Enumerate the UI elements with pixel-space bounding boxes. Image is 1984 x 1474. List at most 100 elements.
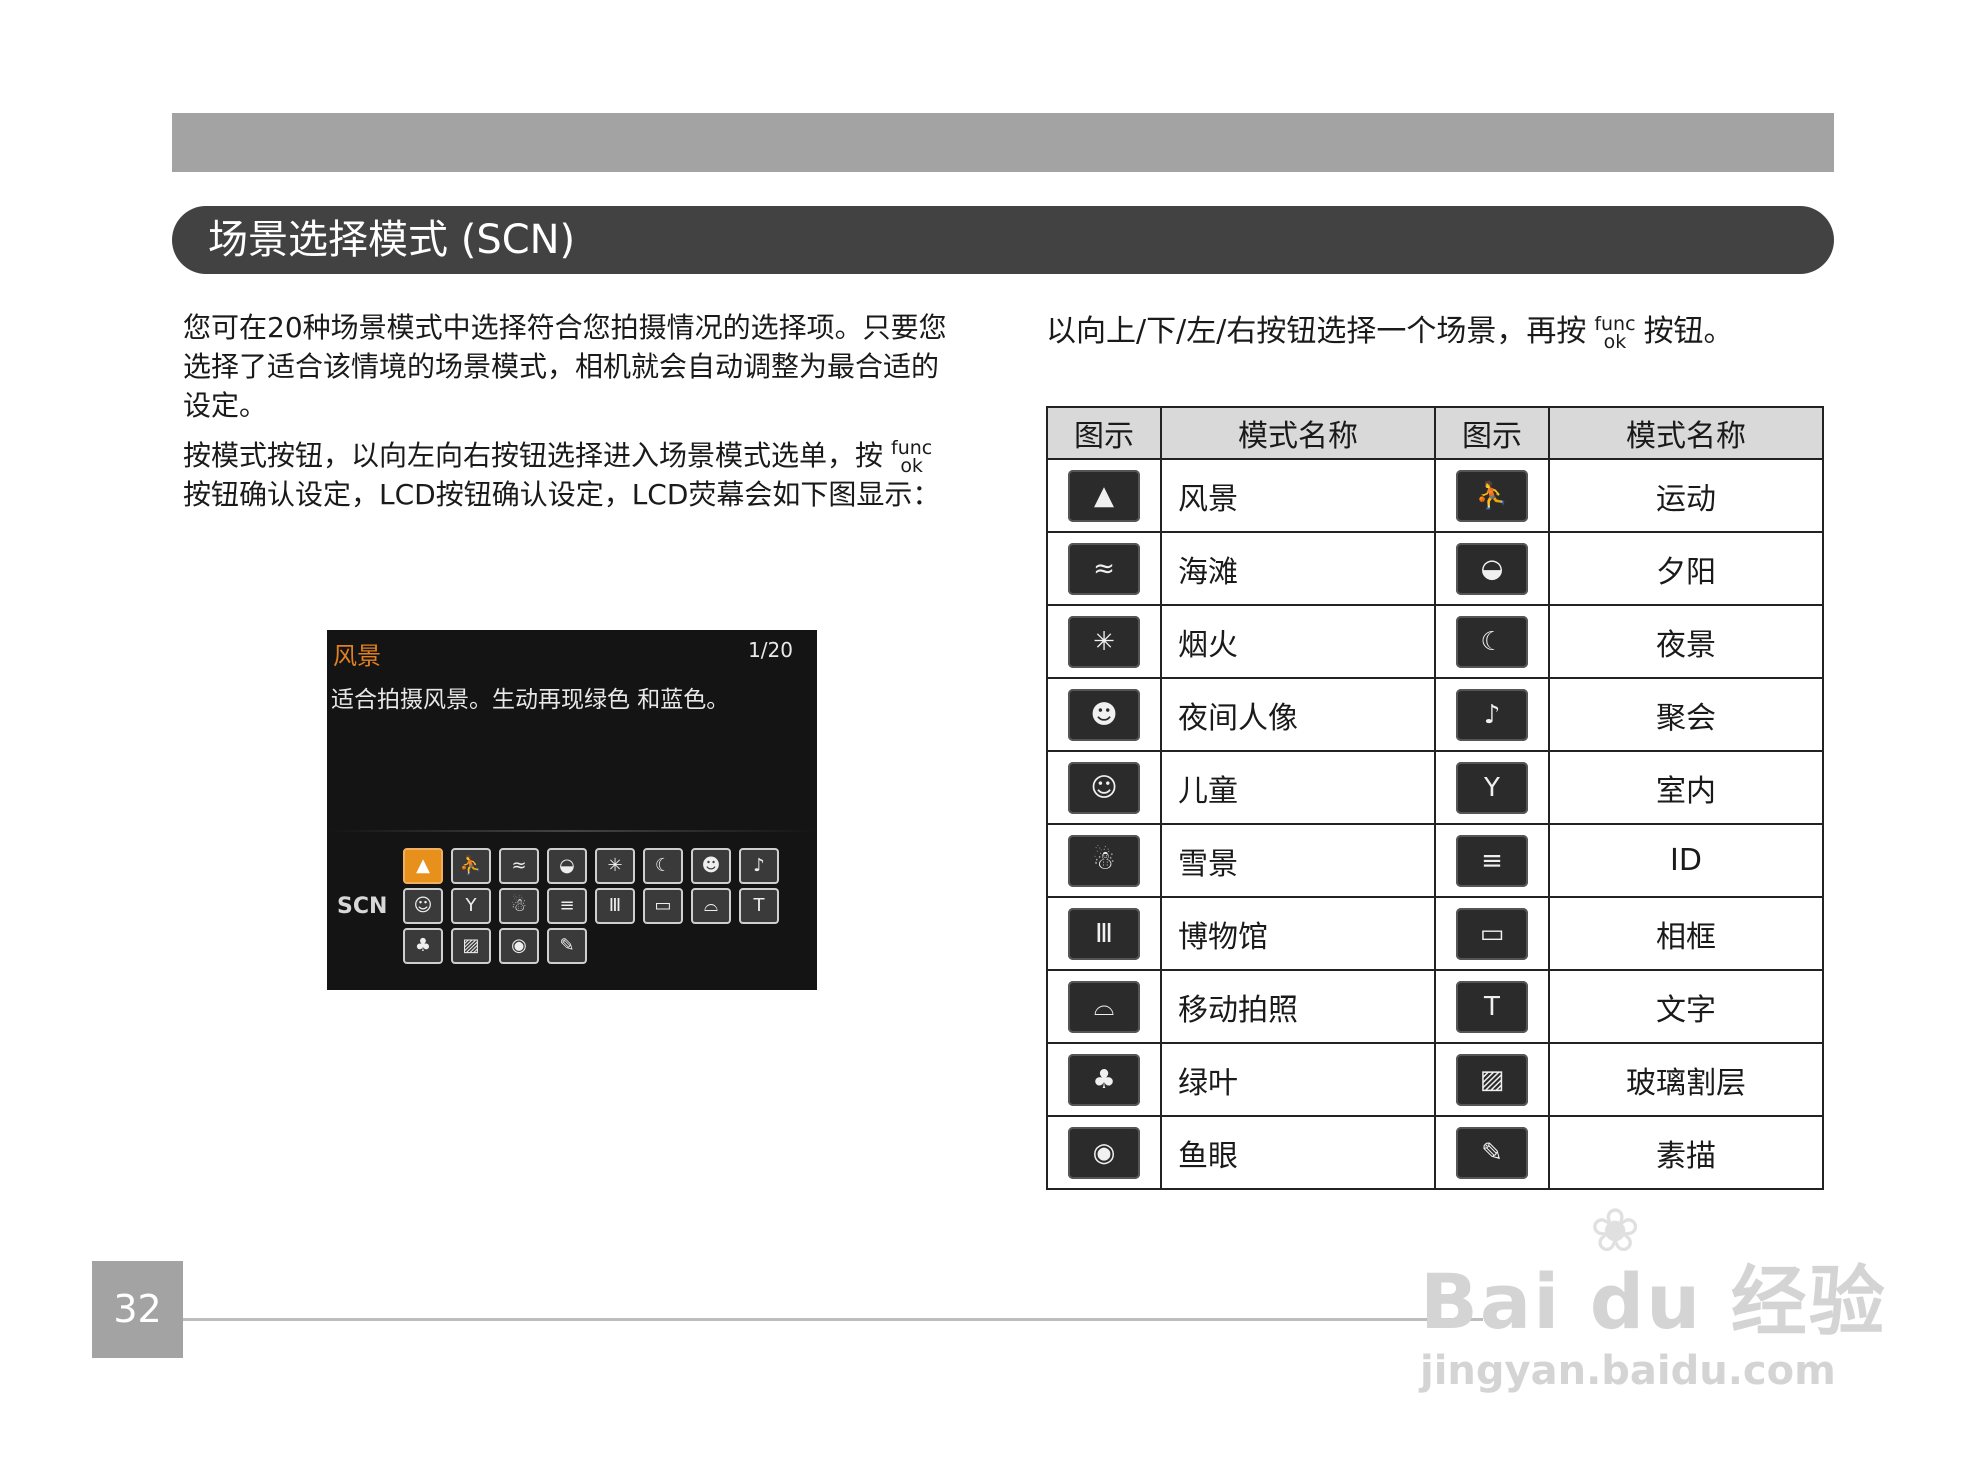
panning-icon: ⌓ [691, 888, 731, 924]
sketch-icon: ✎ [547, 928, 587, 964]
watermark-brand: Bai du 经验 [1420, 1257, 1887, 1346]
frame-icon: ▭ [643, 888, 683, 924]
table-row: ≈ 海滩 ◒ 夕阳 [1046, 531, 1824, 606]
kids-icon: ☺ [403, 888, 443, 924]
table-row: ✳ 烟火 ☾ 夜景 [1046, 604, 1824, 679]
fireworks-icon: ✳ [1068, 615, 1140, 668]
sketch-icon: ✎ [1456, 1126, 1528, 1179]
id-icon: ≡ [1456, 834, 1528, 887]
sport-icon: ⛹ [1456, 469, 1528, 522]
camera-mode-description: 适合拍摄风景。生动再现绿色 和蓝色。 [331, 687, 730, 713]
ok-label: ok [1603, 330, 1627, 353]
right-instruction: 以向上/下/左/右按钮选择一个场景，再按 func ok 按钮。 [1046, 312, 1734, 352]
table-row: ▲ 风景 ⛹ 运动 [1046, 458, 1824, 533]
snow-icon: ☃ [499, 888, 539, 924]
night-portrait-icon: ☻ [691, 848, 731, 884]
scene-modes-table: 图示 模式名称 图示 模式名称 ▲ 风景 ⛹ 运动 ≈ 海滩 ◒ 夕阳 ✳ 烟火… [1046, 406, 1824, 1190]
sunset-icon: ◒ [1456, 542, 1528, 595]
mode-name: ID [1548, 823, 1824, 898]
table-row: ♣ 绿叶 ▨ 玻璃割层 [1046, 1042, 1824, 1117]
text-icon: T [739, 888, 779, 924]
beach-icon: ≈ [499, 848, 539, 884]
table-row: ⌓ 移动拍照 T 文字 [1046, 969, 1824, 1044]
mode-name: 夕阳 [1548, 531, 1824, 606]
mode-name: 运动 [1548, 458, 1824, 533]
right-instruction-b: 按钮。 [1643, 314, 1734, 349]
header-mode-name-2: 模式名称 [1548, 406, 1824, 460]
ok-label: ok [900, 455, 923, 477]
camera-page-indicator: 1/20 [748, 638, 793, 662]
table-row: ☺ 儿童 Y 室内 [1046, 750, 1824, 825]
camera-lcd-screen: 风景 1/20 适合拍摄风景。生动再现绿色 和蓝色。 SCN ▲ ⛹ ≈ ◒ ✳… [327, 630, 817, 990]
panning-icon: ⌓ [1068, 980, 1140, 1033]
mode-name: 素描 [1548, 1115, 1824, 1190]
header-icon-2: 图示 [1434, 406, 1550, 460]
mode-name: 鱼眼 [1160, 1115, 1436, 1190]
table-row: ☻ 夜间人像 ♪ 聚会 [1046, 677, 1824, 752]
night-scene-icon: ☾ [1456, 615, 1528, 668]
party-icon: ♪ [1456, 688, 1528, 741]
mode-name: 室内 [1548, 750, 1824, 825]
footer-divider [183, 1318, 1483, 1321]
func-ok-button-icon: func ok [1594, 312, 1636, 353]
instruction-text-a: 按模式按钮，以向左向右按钮选择进入场景模式选单，按 [183, 439, 884, 472]
indoor-icon: Y [451, 888, 491, 924]
foliage-icon: ♣ [1068, 1053, 1140, 1106]
party-icon: ♪ [739, 848, 779, 884]
mode-name: 夜间人像 [1160, 677, 1436, 752]
func-ok-button-icon: func ok [891, 439, 932, 477]
sunset-icon: ◒ [547, 848, 587, 884]
mode-name: 文字 [1548, 969, 1824, 1044]
mode-name: 风景 [1160, 458, 1436, 533]
instruction-text-b: 按钮确认设定，LCD按钮确认设定，LCD荧幕会如下图显示： [183, 478, 941, 511]
frame-icon: ▭ [1456, 907, 1528, 960]
mode-name: 夜景 [1548, 604, 1824, 679]
intro-paragraph: 您可在20种场景模式中选择符合您拍摄情况的选择项。只要您选择了适合该情境的场景模… [183, 311, 947, 422]
top-bar [172, 113, 1834, 172]
camera-divider [327, 830, 817, 832]
fisheye-icon: ◉ [1068, 1126, 1140, 1179]
watermark-url: jingyan.baidu.com [1420, 1348, 1836, 1394]
instruction-paragraph: 按模式按钮，以向左向右按钮选择进入场景模式选单，按 func ok 按钮确认设定，LC… [183, 436, 963, 514]
night-portrait-icon: ☻ [1068, 688, 1140, 741]
table-row: Ⅲ 博物馆 ▭ 相框 [1046, 896, 1824, 971]
beach-icon: ≈ [1068, 542, 1140, 595]
glass-icon: ▨ [1456, 1053, 1528, 1106]
mode-name: 移动拍照 [1160, 969, 1436, 1044]
night-scene-icon: ☾ [643, 848, 683, 884]
landscape-icon: ▲ [1068, 469, 1140, 522]
landscape-icon: ▲ [403, 848, 443, 884]
foliage-icon: ♣ [403, 928, 443, 964]
camera-scn-label: SCN [337, 894, 388, 919]
mode-name: 博物馆 [1160, 896, 1436, 971]
fisheye-icon: ◉ [499, 928, 539, 964]
header-icon-1: 图示 [1046, 406, 1162, 460]
mode-name: 儿童 [1160, 750, 1436, 825]
right-instruction-a: 以向上/下/左/右按钮选择一个场景，再按 [1046, 314, 1587, 349]
header-mode-name-1: 模式名称 [1160, 406, 1436, 460]
table-row: ◉ 鱼眼 ✎ 素描 [1046, 1115, 1824, 1190]
text-icon: T [1456, 980, 1528, 1033]
id-icon: ≡ [547, 888, 587, 924]
indoor-icon: Y [1456, 761, 1528, 814]
mode-name: 烟火 [1160, 604, 1436, 679]
museum-icon: Ⅲ [595, 888, 635, 924]
fireworks-icon: ✳ [595, 848, 635, 884]
mode-name: 雪景 [1160, 823, 1436, 898]
sport-icon: ⛹ [451, 848, 491, 884]
func-label: func [1594, 312, 1636, 335]
snow-icon: ☃ [1068, 834, 1140, 887]
table-row: ☃ 雪景 ≡ ID [1046, 823, 1824, 898]
mode-name: 聚会 [1548, 677, 1824, 752]
table-header-row: 图示 模式名称 图示 模式名称 [1046, 406, 1824, 460]
camera-mode-name: 风景 [333, 642, 381, 670]
mode-name: 玻璃割层 [1548, 1042, 1824, 1117]
mode-name: 海滩 [1160, 531, 1436, 606]
museum-icon: Ⅲ [1068, 907, 1140, 960]
page-number: 32 [92, 1261, 183, 1358]
section-title: 场景选择模式 (SCN) [172, 206, 1834, 274]
mode-name: 相框 [1548, 896, 1824, 971]
glass-icon: ▨ [451, 928, 491, 964]
kids-icon: ☺ [1068, 761, 1140, 814]
mode-name: 绿叶 [1160, 1042, 1436, 1117]
